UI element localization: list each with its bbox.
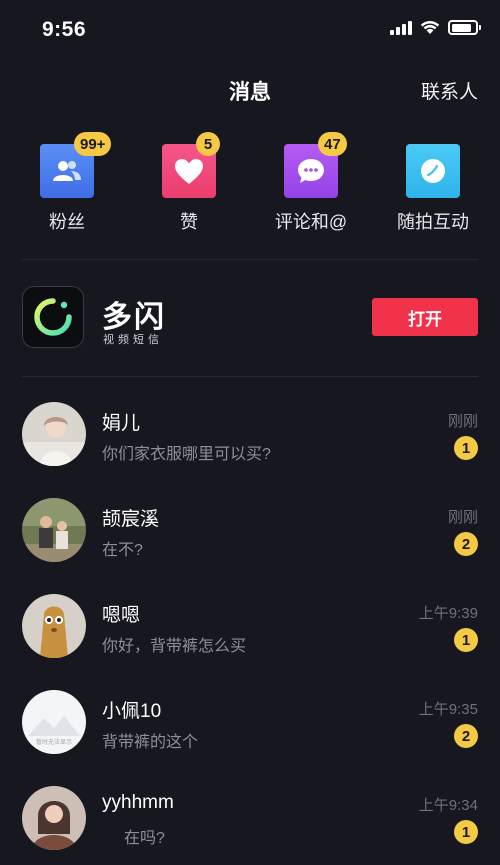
fans-icon: 99+: [40, 132, 112, 198]
likes-badge: 5: [196, 132, 220, 156]
message-row[interactable]: 颉宸溪 在不? 刚刚 2: [0, 482, 500, 578]
message-row[interactable]: 嗯嗯 你好，背带裤怎么买 上午9:39 1: [0, 578, 500, 674]
wifi-icon: [420, 20, 440, 34]
contact-name: 颉宸溪: [102, 509, 160, 530]
tile-fans[interactable]: 99+ 粉丝: [12, 132, 122, 234]
duoshan-name: 多闪: [102, 301, 166, 334]
tile-comments[interactable]: 47 评论和@: [256, 132, 366, 234]
duoshan-logo-icon: [22, 286, 84, 348]
message-preview: 你们家衣服哪里可以买?: [102, 446, 271, 463]
message-time: 刚刚: [447, 413, 478, 430]
unread-badge: 1: [454, 436, 478, 460]
avatar: [22, 594, 86, 658]
fans-badge: 99+: [74, 132, 112, 156]
duoshan-subtitle: 视频短信: [103, 334, 163, 346]
message-row[interactable]: 暂时无法显示 小佩10 背带裤的这个 上午9:35 2: [0, 674, 500, 770]
avatar: 暂时无法显示: [22, 690, 86, 754]
unread-badge: 1: [454, 628, 478, 652]
contact-name: 小佩10: [102, 701, 162, 722]
comment-icon: 47: [284, 132, 347, 198]
message-row[interactable]: yyhhmm 在吗? 上午9:34 1: [0, 770, 500, 865]
comments-badge: 47: [318, 132, 347, 156]
duoshan-banner: 多闪 视频短信 打开: [0, 278, 500, 358]
contact-name: 嗯嗯: [102, 605, 141, 626]
divider: [22, 376, 478, 377]
message-preview: 你好，背带裤怎么买: [102, 638, 247, 655]
notification-tiles: 99+ 粉丝 5 赞 47 评论和@ 随拍互动: [0, 132, 500, 240]
tile-label: 赞: [180, 212, 198, 232]
avatar-placeholder-text: 暂时无法显示: [36, 738, 72, 746]
camera-interaction-icon: [406, 144, 460, 198]
tile-likes[interactable]: 5 赞: [134, 132, 244, 234]
avatar: [22, 498, 86, 562]
message-preview: 背带裤的这个: [102, 734, 199, 751]
status-bar: 9:56: [0, 0, 500, 60]
contact-name: 娟儿: [102, 413, 141, 434]
unread-badge: 2: [454, 532, 478, 556]
message-time: 上午9:34: [418, 797, 478, 814]
contact-name: yyhhmm: [102, 792, 174, 813]
message-time: 刚刚: [447, 509, 478, 526]
status-time: 9:56: [42, 18, 87, 41]
unread-badge: 2: [454, 724, 478, 748]
battery-fill: [451, 23, 472, 32]
unread-badge: 1: [454, 820, 478, 844]
status-icons: [390, 20, 481, 35]
message-time: 上午9:39: [418, 605, 478, 622]
message-row[interactable]: 娟儿 你们家衣服哪里可以买? 刚刚 1: [0, 386, 500, 482]
cellular-signal-icon: [390, 20, 412, 35]
message-preview: 在不?: [102, 542, 143, 559]
message-time: 上午9:35: [418, 701, 478, 718]
open-button[interactable]: 打开: [372, 298, 478, 336]
tile-snap-interaction[interactable]: 随拍互动: [378, 140, 488, 234]
avatar: [22, 786, 86, 850]
battery-icon: [448, 20, 481, 35]
heart-icon: 5: [162, 132, 220, 198]
message-preview: 在吗?: [124, 830, 165, 847]
tile-label: 粉丝: [49, 212, 85, 232]
divider: [22, 259, 478, 260]
message-list: 娟儿 你们家衣服哪里可以买? 刚刚 1 颉宸溪 在不? 刚刚 2 嗯嗯 你好，背…: [0, 386, 500, 865]
nav-bar: 消息 联系人: [0, 60, 500, 116]
tile-label: 随拍互动: [397, 212, 469, 232]
tile-label: 评论和@: [274, 212, 348, 232]
contacts-button[interactable]: 联系人: [421, 77, 478, 104]
avatar: [22, 402, 86, 466]
